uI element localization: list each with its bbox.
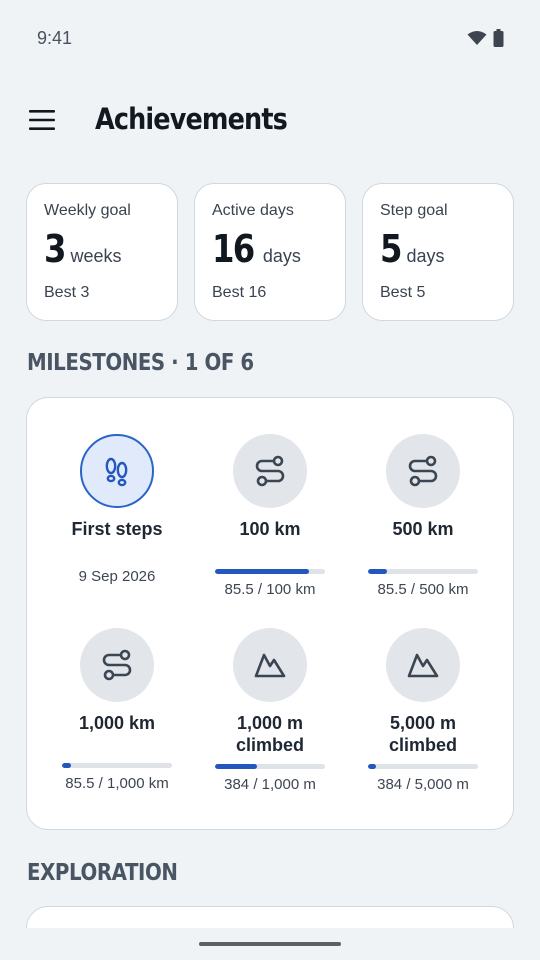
milestone-progress-bar xyxy=(62,763,172,768)
stat-unit: days xyxy=(262,246,301,266)
menu-button[interactable] xyxy=(22,100,62,140)
milestone-badge xyxy=(233,628,307,702)
stat-card-active-days[interactable]: Active days 16 days Best 16 xyxy=(194,183,346,321)
milestone-progress-fill xyxy=(215,569,310,574)
route-icon xyxy=(102,649,132,681)
stat-label: Active days xyxy=(212,202,294,219)
status-bar: 9:41 xyxy=(0,0,540,76)
route-icon xyxy=(255,455,285,487)
milestone-progress-fill xyxy=(368,569,387,574)
milestone-progress-bar xyxy=(215,764,325,769)
stat-label: Step goal xyxy=(380,202,448,219)
milestone-badge xyxy=(386,434,460,508)
milestone-100-km[interactable]: 100 km 85.5 / 100 km xyxy=(194,434,346,598)
stat-value: 5 xyxy=(380,227,403,271)
milestone-title: 100 km xyxy=(239,519,301,539)
mountain-icon xyxy=(254,653,286,678)
status-time: 9:41 xyxy=(37,28,73,48)
stat-best: Best 16 xyxy=(212,284,267,301)
milestone-badge xyxy=(386,628,460,702)
stat-value: 16 xyxy=(212,227,255,271)
hamburger-menu-icon xyxy=(29,110,55,130)
page-title: Achievements xyxy=(95,102,288,136)
milestone-badge xyxy=(80,434,154,508)
milestone-first-steps[interactable]: First steps 9 Sep 2026 xyxy=(41,434,193,585)
footprints-icon xyxy=(105,457,128,487)
milestone-1000-m-climbed[interactable]: 1,000 m climbed 384 / 1,000 m xyxy=(194,628,346,793)
milestone-badge xyxy=(233,434,307,508)
milestone-title: First steps xyxy=(71,519,163,539)
stat-unit: days xyxy=(406,246,445,266)
stat-card-weekly-goal[interactable]: Weekly goal 3 weeks Best 3 xyxy=(26,183,178,321)
wifi-icon xyxy=(467,31,487,45)
milestone-1000-km[interactable]: 1,000 km 85.5 / 1,000 km xyxy=(41,628,193,792)
milestone-progress-text: 85.5 / 1,000 km xyxy=(65,775,169,792)
route-icon xyxy=(408,455,438,487)
stat-value: 3 xyxy=(44,227,67,271)
milestones-card: First steps 9 Sep 2026 100 km 85.5 / 100… xyxy=(26,397,514,830)
mountain-icon xyxy=(407,653,439,678)
milestone-title: 1,000 m climbed xyxy=(235,713,305,755)
milestone-progress-bar xyxy=(368,569,478,574)
stat-label: Weekly goal xyxy=(44,202,131,219)
stat-best: Best 3 xyxy=(44,284,90,301)
milestone-progress-fill xyxy=(368,764,377,769)
milestone-5000-m-climbed[interactable]: 5,000 m climbed 384 / 5,000 m xyxy=(347,628,499,793)
milestone-progress-text: 85.5 / 100 km xyxy=(224,581,316,598)
milestone-title: 1,000 km xyxy=(78,713,156,733)
milestone-progress-fill xyxy=(215,764,258,769)
stat-card-step-goal[interactable]: Step goal 5 days Best 5 xyxy=(362,183,514,321)
milestone-progress-fill xyxy=(62,763,72,768)
status-icons xyxy=(467,29,504,47)
milestone-date: 9 Sep 2026 xyxy=(78,568,156,585)
stat-unit: weeks xyxy=(70,246,122,266)
milestone-progress-text: 384 / 5,000 m xyxy=(377,776,469,793)
milestone-500-km[interactable]: 500 km 85.5 / 500 km xyxy=(347,434,499,598)
stat-best: Best 5 xyxy=(380,284,426,301)
exploration-heading: EXPLORATION xyxy=(27,860,178,886)
milestone-badge xyxy=(80,628,154,702)
milestone-title: 500 km xyxy=(392,519,454,539)
milestone-progress-bar xyxy=(215,569,325,574)
stats-row: Weekly goal 3 weeks Best 3 Active days 1… xyxy=(26,183,514,321)
app-bar: Achievements xyxy=(0,90,540,154)
battery-icon xyxy=(493,29,504,47)
milestones-heading: MILESTONES · 1 OF 6 xyxy=(27,350,254,376)
milestone-progress-bar xyxy=(368,764,478,769)
milestone-progress-text: 85.5 / 500 km xyxy=(377,581,469,598)
milestone-progress-text: 384 / 1,000 m xyxy=(224,776,316,793)
home-indicator[interactable] xyxy=(199,942,341,946)
milestone-title: 5,000 m climbed xyxy=(388,713,458,755)
